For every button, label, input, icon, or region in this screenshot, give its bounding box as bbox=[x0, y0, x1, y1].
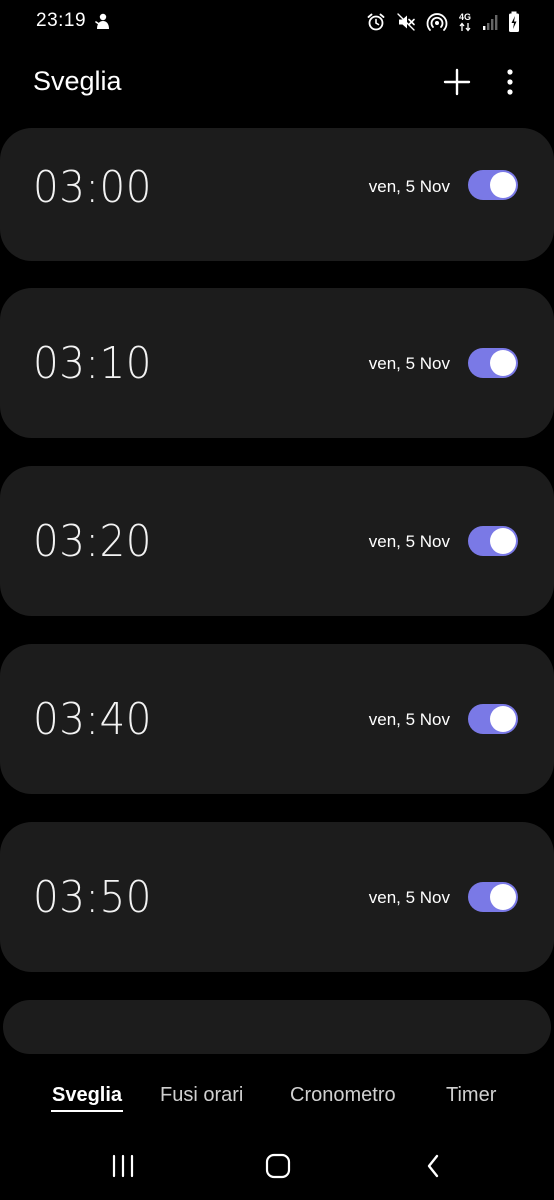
alarm-time: 03:00 bbox=[33, 162, 152, 213]
more-vertical-icon bbox=[507, 69, 513, 95]
add-alarm-button[interactable] bbox=[437, 62, 477, 102]
more-options-button[interactable] bbox=[494, 62, 526, 102]
back-icon bbox=[427, 1154, 439, 1178]
alarm-time: 03:10 bbox=[33, 338, 152, 389]
home-icon bbox=[265, 1153, 291, 1179]
alarm-toggle[interactable] bbox=[468, 882, 518, 912]
navigation-bar bbox=[0, 1140, 554, 1192]
alarm-toggle[interactable] bbox=[468, 170, 518, 200]
bottom-tab-bar: Sveglia Fusi orari Cronometro Timer bbox=[0, 1068, 554, 1124]
alarm-card[interactable]: 03:20 ven, 5 Nov bbox=[0, 466, 554, 616]
alarm-card[interactable]: 03:00 ven, 5 Nov bbox=[0, 128, 554, 261]
alarm-date: ven, 5 Nov bbox=[368, 177, 450, 196]
active-tab-indicator bbox=[51, 1110, 123, 1112]
alarm-card[interactable]: 03:40 ven, 5 Nov bbox=[0, 644, 554, 794]
app-header: Sveglia bbox=[0, 56, 554, 108]
tab-world-clock[interactable]: Fusi orari bbox=[160, 1084, 243, 1107]
alarm-card-partial[interactable] bbox=[3, 1000, 551, 1054]
alarm-toggle[interactable] bbox=[468, 526, 518, 556]
tab-timer[interactable]: Timer bbox=[446, 1084, 496, 1107]
toggle-knob bbox=[490, 884, 516, 910]
alarm-date: ven, 5 Nov bbox=[368, 710, 450, 729]
alarm-toggle[interactable] bbox=[468, 704, 518, 734]
toggle-knob bbox=[490, 706, 516, 732]
toggle-knob bbox=[490, 528, 516, 554]
mute-icon bbox=[396, 12, 416, 32]
status-bar: 23:19 4G bbox=[0, 0, 554, 44]
alarm-toggle[interactable] bbox=[468, 348, 518, 378]
alarm-date: ven, 5 Nov bbox=[368, 354, 450, 373]
status-icons: 4G bbox=[366, 9, 520, 35]
plus-icon bbox=[443, 68, 471, 96]
page-title: Sveglia bbox=[33, 66, 122, 96]
alarm-icon bbox=[366, 12, 386, 32]
home-button[interactable] bbox=[254, 1146, 302, 1186]
signal-icon bbox=[482, 13, 498, 31]
notification-app-icon bbox=[92, 10, 114, 32]
hotspot-icon bbox=[426, 12, 448, 32]
toggle-knob bbox=[490, 172, 516, 198]
toggle-knob bbox=[490, 350, 516, 376]
network-type-label: 4G bbox=[458, 11, 471, 22]
network-arrows-icon: 4G bbox=[458, 11, 472, 32]
alarm-date: ven, 5 Nov bbox=[368, 532, 450, 551]
alarm-time: 03:20 bbox=[33, 516, 152, 567]
back-button[interactable] bbox=[409, 1146, 457, 1186]
recent-apps-icon bbox=[112, 1154, 134, 1178]
battery-icon bbox=[508, 11, 520, 33]
alarm-card[interactable]: 03:50 ven, 5 Nov bbox=[0, 822, 554, 972]
tab-alarm[interactable]: Sveglia bbox=[52, 1084, 122, 1107]
status-time: 23:19 bbox=[36, 10, 87, 31]
alarm-time: 03:40 bbox=[33, 694, 152, 745]
alarm-date: ven, 5 Nov bbox=[368, 888, 450, 907]
tab-stopwatch[interactable]: Cronometro bbox=[290, 1084, 396, 1107]
alarm-card[interactable]: 03:10 ven, 5 Nov bbox=[0, 288, 554, 438]
alarm-time: 03:50 bbox=[33, 872, 152, 923]
recent-apps-button[interactable] bbox=[99, 1146, 147, 1186]
